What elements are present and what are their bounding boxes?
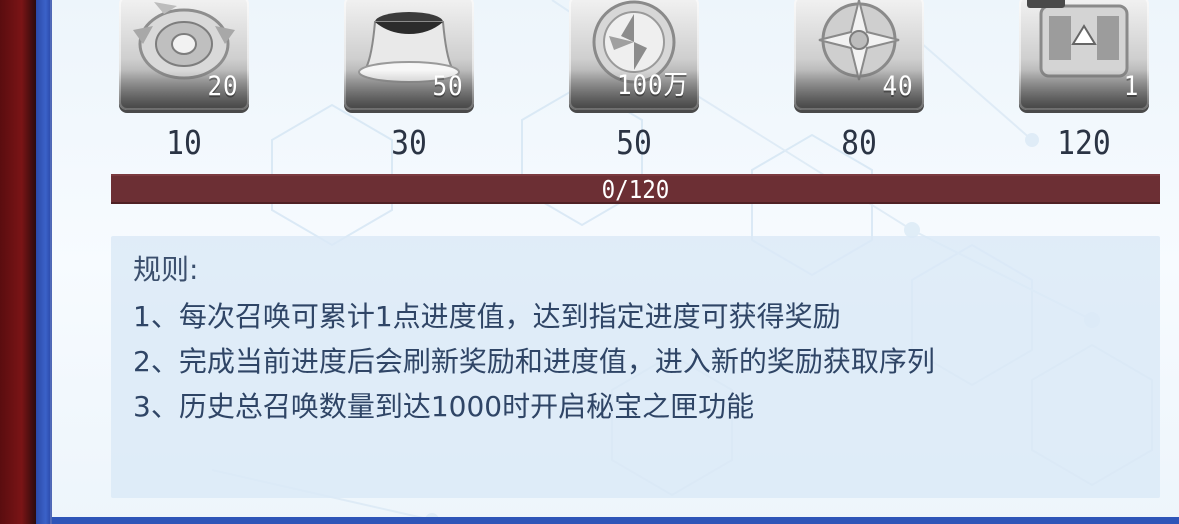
reward-item-4[interactable]: 40 80 xyxy=(794,0,924,162)
reward-quantity: 1 xyxy=(1123,71,1139,102)
reward-item-5[interactable]: 1 120 xyxy=(1019,0,1149,162)
rule-line-2: 2、完成当前进度后会刷新奖励和进度值，进入新的奖励获取序列 xyxy=(133,345,935,378)
background-scene xyxy=(0,0,36,524)
milestone-value: 30 xyxy=(391,123,427,162)
progress-text: 0/120 xyxy=(601,175,670,204)
reward-quantity: 100万 xyxy=(617,70,689,101)
reward-quantity: 40 xyxy=(882,71,914,102)
reward-item-2[interactable]: 50 30 xyxy=(344,0,474,162)
summon-progress-bar: 0/120 xyxy=(111,174,1160,204)
rules-box: 规则: 1、每次召唤可累计1点进度值，达到指定进度可获得奖励 2、完成当前进度后… xyxy=(111,236,1160,498)
game-screen: 20 10 50 30 100万 50 40 80 1 120 0/120 规则… xyxy=(0,0,1179,524)
panel-border-left xyxy=(36,0,52,524)
panel-border-bottom xyxy=(52,517,1179,524)
reward-quantity: 50 xyxy=(432,71,464,102)
rule-line-3: 3、历史总召唤数量到达1000时开启秘宝之匣功能 xyxy=(133,390,755,423)
reward-item-1[interactable]: 20 10 xyxy=(119,0,249,162)
reward-card[interactable]: 20 xyxy=(119,0,249,110)
rule-line-1: 1、每次召唤可累计1点进度值，达到指定进度可获得奖励 xyxy=(133,300,841,333)
reward-card[interactable]: 50 xyxy=(344,0,474,110)
summon-progress-panel: 20 10 50 30 100万 50 40 80 1 120 0/120 规则… xyxy=(52,0,1179,524)
milestone-value: 80 xyxy=(841,123,877,162)
reward-card[interactable]: 100万 xyxy=(569,0,699,110)
reward-item-3[interactable]: 100万 50 xyxy=(569,0,699,162)
rules-title: 规则: xyxy=(133,253,199,286)
reward-card[interactable]: 1 xyxy=(1019,0,1149,110)
reward-card[interactable]: 40 xyxy=(794,0,924,110)
reward-quantity: 20 xyxy=(207,71,239,102)
milestone-value: 10 xyxy=(166,123,202,162)
milestone-value: 50 xyxy=(616,123,652,162)
milestone-value: 120 xyxy=(1057,123,1111,162)
